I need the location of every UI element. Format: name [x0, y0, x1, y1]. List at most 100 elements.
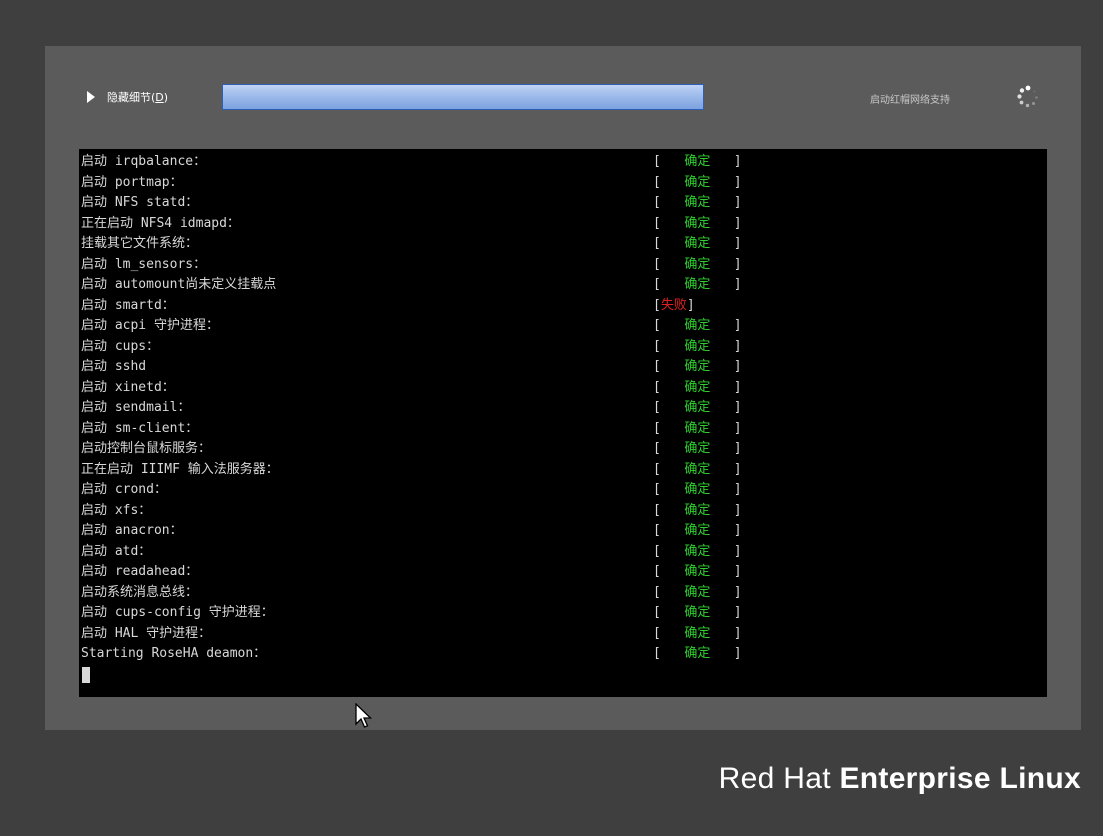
console-line: 启动 HAL 守护进程： [ 确定 ] [79, 624, 1047, 645]
console-line: 启动 xinetd： [ 确定 ] [79, 378, 1047, 399]
console-message: 启动 smartd： [81, 297, 175, 313]
console-line: 启动 sendmail： [ 确定 ] [79, 398, 1047, 419]
console-line: 启动 irqbalance： [ 确定 ] [79, 152, 1047, 173]
console-status: [ 确定 ] [653, 379, 742, 395]
console-message: 启动 crond： [81, 482, 167, 497]
console-message: 启动系统消息总线： [81, 584, 199, 600]
console-message: 启动 HAL 守护进程： [81, 625, 212, 641]
console-line: 启动 cups： [ 确定 ] [79, 337, 1047, 358]
status-ok: 确定 [684, 400, 711, 415]
console-status: [ 确定 ] [653, 461, 742, 477]
status-ok: 确定 [684, 605, 711, 620]
console-message: 启动 xinetd： [81, 379, 175, 395]
status-ok: 确定 [684, 154, 711, 169]
status-ok: 确定 [684, 318, 711, 333]
console-line: 启动 sm-client： [ 确定 ] [79, 419, 1047, 440]
triangle-right-icon [87, 91, 95, 103]
console-message: 启动 readahead： [81, 564, 199, 579]
console-line: 启动 acpi 守护进程： [ 确定 ] [79, 316, 1047, 337]
hide-details-toggle[interactable]: 隐藏细节(D) [87, 90, 168, 104]
status-ok: 确定 [684, 584, 711, 600]
console-message: Starting RoseHA deamon： [81, 646, 267, 661]
console-status: [ 确定 ] [653, 482, 742, 497]
status-fail: 失败 [660, 297, 687, 313]
console-status: [ 确定 ] [653, 564, 742, 579]
status-ok: 确定 [684, 359, 711, 374]
console-status: [ 确定 ] [653, 420, 742, 436]
console-line: 启动 automount尚未定义挂载点 [ 确定 ] [79, 275, 1047, 296]
status-ok: 确定 [684, 543, 711, 559]
console-status: [ 确定 ] [653, 625, 742, 641]
status-ok: 确定 [684, 215, 711, 231]
console-message: 正在启动 IIIMF 输入法服务器： [81, 461, 279, 477]
console-message: 启动 cups-config 守护进程： [81, 605, 274, 620]
console-line: 启动 cups-config 守护进程： [ 确定 ] [79, 603, 1047, 624]
console-line: 启动 sshd [ 确定 ] [79, 357, 1047, 378]
console-message: 启动 atd： [81, 543, 152, 559]
console-message: 启动 xfs： [81, 502, 152, 518]
console-message: 启动 lm_sensors： [81, 256, 207, 272]
console-line: 启动 crond： [ 确定 ] [79, 480, 1047, 501]
console-message: 正在启动 NFS4 idmapd： [81, 215, 240, 231]
console-line: 启动 portmap： [ 确定 ] [79, 173, 1047, 194]
status-ok: 确定 [684, 482, 711, 497]
console-message: 启动控制台鼠标服务： [81, 441, 212, 456]
console-line: 启动控制台鼠标服务： [ 确定 ] [79, 439, 1047, 460]
console-message: 启动 cups： [81, 338, 160, 354]
console-status: [失败] [653, 297, 695, 313]
status-ok: 确定 [684, 256, 711, 272]
console-message: 启动 sshd [81, 359, 147, 374]
console-line: 启动 lm_sensors： [ 确定 ] [79, 255, 1047, 276]
status-ok: 确定 [684, 523, 711, 538]
console-message: 启动 sm-client： [81, 420, 199, 436]
console-status: [ 确定 ] [653, 605, 742, 620]
console-status: [ 确定 ] [653, 441, 742, 456]
status-ok: 确定 [684, 277, 711, 292]
console-status: [ 确定 ] [653, 236, 742, 251]
text-cursor [82, 666, 90, 683]
console-message: 启动 irqbalance： [81, 154, 207, 169]
console-message: 启动 acpi 守护进程： [81, 318, 219, 333]
console-message: 启动 automount尚未定义挂载点 [81, 277, 277, 292]
console-line: 启动 atd： [ 确定 ] [79, 542, 1047, 563]
console-status: [ 确定 ] [653, 523, 742, 538]
console-status: [ 确定 ] [653, 256, 742, 272]
status-ok: 确定 [684, 195, 711, 210]
console-line: 启动 smartd： [失败] [79, 296, 1047, 317]
console-line: 启动 readahead： [ 确定 ] [79, 562, 1047, 583]
console-status: [ 确定 ] [653, 359, 742, 374]
status-ok: 确定 [684, 564, 711, 579]
console-line: 启动系统消息总线： [ 确定 ] [79, 583, 1047, 604]
console-status: [ 确定 ] [653, 195, 742, 210]
spinner-icon [1017, 85, 1038, 108]
status-ok: 确定 [684, 625, 711, 641]
status-ok: 确定 [684, 420, 711, 436]
console-message: 启动 NFS statd： [81, 195, 199, 210]
status-ok: 确定 [684, 338, 711, 354]
hide-details-label: 隐藏细节(D) [107, 91, 169, 104]
console-line: Starting RoseHA deamon： [ 确定 ] [79, 644, 1047, 665]
status-ok: 确定 [684, 502, 711, 518]
console-line: 启动 xfs： [ 确定 ] [79, 501, 1047, 522]
console-status: [ 确定 ] [653, 338, 742, 354]
console-status: [ 确定 ] [653, 277, 742, 292]
console-line: 正在启动 NFS4 idmapd： [ 确定 ] [79, 214, 1047, 235]
brand-logo-text: Red Hat Enterprise Linux [718, 762, 1081, 795]
status-ok: 确定 [684, 174, 711, 190]
console-status: [ 确定 ] [653, 400, 742, 415]
console-message: 启动 anacron： [81, 523, 183, 538]
boot-panel: 隐藏细节(D) 启动红帽网络支持 启动 irqbalance：[ 确定 ] 启动 … [45, 46, 1081, 730]
console-message: 启动 sendmail： [81, 400, 191, 415]
boot-progress-bar [222, 84, 704, 110]
console-status: [ 确定 ] [653, 154, 742, 169]
console-line: 启动 anacron： [ 确定 ] [79, 521, 1047, 542]
console-status: [ 确定 ] [653, 543, 742, 559]
console-status: [ 确定 ] [653, 215, 742, 231]
console-line: 挂载其它文件系统： [ 确定 ] [79, 234, 1047, 255]
console-status: [ 确定 ] [653, 318, 742, 333]
console-cursor-line [79, 665, 1047, 686]
console-status: [ 确定 ] [653, 646, 742, 661]
status-ok: 确定 [684, 236, 711, 251]
status-ok: 确定 [684, 646, 711, 661]
boot-console: 启动 irqbalance：[ 确定 ] 启动 portmap：[ 确定 ] 启动 … [79, 149, 1047, 697]
